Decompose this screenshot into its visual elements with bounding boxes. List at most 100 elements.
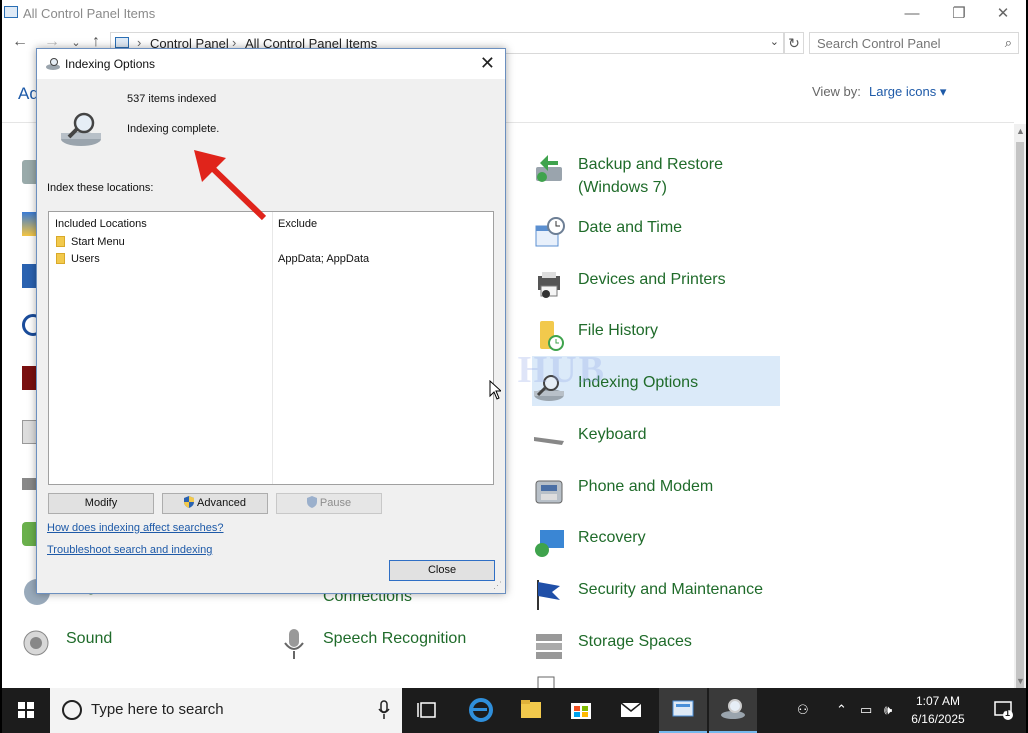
- microphone-icon: [277, 627, 311, 661]
- task-view-icon: [417, 702, 436, 718]
- item-speech-recognition[interactable]: Speech Recognition: [277, 627, 466, 661]
- search-icon: ⌕: [1004, 35, 1012, 50]
- microphone-icon[interactable]: [378, 700, 390, 720]
- maximize-button[interactable]: ❐: [944, 4, 974, 24]
- indexing-options-taskbar-button[interactable]: [709, 688, 757, 733]
- column-divider: [272, 212, 273, 484]
- window-titlebar: All Control Panel Items — ❐ ✕: [2, 0, 1026, 28]
- advanced-button-label: Advanced: [197, 497, 246, 509]
- people-icon[interactable]: ⚇: [797, 702, 809, 718]
- start-button[interactable]: [2, 688, 50, 733]
- taskbar: Type here to search ⚇ ⌃ ▭ 🕪 1:07 AM 6/16…: [2, 688, 1026, 733]
- store-button[interactable]: [557, 688, 605, 733]
- clock-date: 6/16/2025: [911, 712, 965, 726]
- edge-button[interactable]: [457, 688, 505, 733]
- advanced-button[interactable]: Advanced: [162, 493, 268, 514]
- window-title: All Control Panel Items: [23, 6, 156, 21]
- item-storage-spaces[interactable]: Storage Spaces: [532, 630, 692, 664]
- column-header-exclude: Exclude: [278, 218, 318, 230]
- network-icon[interactable]: ▭: [860, 702, 872, 718]
- view-by-label: View by:: [812, 84, 861, 99]
- troubleshoot-link[interactable]: Troubleshoot search and indexing: [47, 544, 212, 556]
- pause-button-label: Pause: [319, 497, 352, 509]
- security-maintenance-icon: [532, 578, 566, 612]
- storage-spaces-icon: [532, 630, 566, 664]
- desktop-frame: All Control Panel Items — ❐ ✕ ← → ⌄ ↑ › …: [2, 0, 1026, 733]
- item-phone-modem[interactable]: Phone and Modem: [532, 475, 713, 509]
- notification-icon: [994, 701, 1013, 720]
- file-explorer-button[interactable]: [507, 688, 555, 733]
- index-locations-label: Index these locations:: [47, 182, 154, 194]
- item-backup-restore[interactable]: Backup and Restore (Windows 7): [532, 153, 738, 199]
- item-label: Speech Recognition: [323, 630, 467, 647]
- indexing-options-icon: [721, 699, 745, 719]
- resize-grip-icon[interactable]: ⋰: [493, 580, 502, 591]
- minimize-button[interactable]: —: [897, 4, 927, 24]
- taskbar-search[interactable]: Type here to search: [50, 688, 402, 733]
- dialog-titlebar: Indexing Options ✕: [37, 49, 505, 79]
- folder-icon: [56, 236, 65, 247]
- control-panel-icon: [672, 700, 694, 717]
- uac-shield-icon: [184, 496, 195, 508]
- indexing-drive-icon: [59, 109, 103, 149]
- scrollbar-thumb[interactable]: [1016, 142, 1024, 697]
- uac-shield-icon: [306, 496, 317, 508]
- mail-icon: [620, 702, 642, 717]
- taskbar-clock[interactable]: 1:07 AM 6/16/2025: [907, 692, 969, 728]
- vertical-scrollbar[interactable]: ▲ ▼: [1014, 124, 1026, 697]
- indexing-options-icon: [45, 57, 61, 71]
- location-row-name[interactable]: Users: [71, 253, 100, 265]
- mouse-cursor-icon: [489, 380, 501, 400]
- item-label: Recovery: [578, 529, 646, 546]
- search-box[interactable]: ⌕: [809, 32, 1019, 54]
- item-label: Backup and Restore (Windows 7): [578, 156, 723, 196]
- pause-button[interactable]: Pause: [276, 493, 382, 514]
- action-center-button[interactable]: 1: [994, 700, 1014, 720]
- item-keyboard[interactable]: Keyboard: [532, 423, 647, 457]
- volume-icon[interactable]: 🕪: [884, 702, 892, 718]
- indexing-affect-link[interactable]: How does indexing affect searches?: [47, 522, 224, 534]
- item-recovery[interactable]: Recovery: [532, 526, 646, 560]
- locations-list[interactable]: Included Locations Exclude Start Menu Us…: [48, 211, 494, 485]
- item-label: Storage Spaces: [578, 633, 692, 650]
- column-header-included: Included Locations: [55, 218, 147, 230]
- control-panel-icon: [4, 6, 18, 18]
- item-devices-printers[interactable]: Devices and Printers: [532, 268, 726, 302]
- item-security-maintenance[interactable]: Security and Maintenance: [532, 578, 763, 612]
- keyboard-icon: [532, 423, 566, 457]
- search-input[interactable]: [810, 33, 990, 53]
- indexing-status: Indexing complete.: [127, 123, 220, 135]
- location-row-name[interactable]: Start Menu: [71, 236, 125, 248]
- task-view-button[interactable]: [404, 688, 452, 733]
- control-panel-icon: [115, 37, 129, 48]
- modify-button[interactable]: Modify: [48, 493, 154, 514]
- item-date-time[interactable]: Date and Time: [532, 216, 682, 250]
- control-panel-taskbar-button[interactable]: [659, 688, 707, 733]
- item-label: Phone and Modem: [578, 478, 714, 495]
- dialog-close-icon[interactable]: ✕: [480, 53, 495, 74]
- item-label: Sound: [66, 630, 113, 647]
- item-sound[interactable]: Sound: [20, 627, 112, 661]
- item-label: Security and Maintenance: [578, 581, 763, 598]
- items-indexed-count: 537 items indexed: [127, 93, 217, 105]
- view-by-dropdown[interactable]: Large icons ▾: [869, 84, 946, 100]
- notification-count: 1: [1005, 708, 1011, 718]
- mail-button[interactable]: [607, 688, 655, 733]
- scroll-down-icon[interactable]: ▼: [1016, 676, 1025, 686]
- indexing-options-dialog: Indexing Options ✕ 537 items indexed Ind…: [36, 48, 506, 594]
- dialog-close-button[interactable]: Close: [389, 560, 495, 581]
- chevron-up-icon[interactable]: ⌃: [836, 702, 847, 718]
- windows-logo-icon: [18, 702, 34, 718]
- folder-icon: [521, 700, 541, 718]
- search-icon: [62, 700, 82, 720]
- close-window-button[interactable]: ✕: [988, 4, 1018, 24]
- recovery-icon: [532, 526, 566, 560]
- chevron-down-icon[interactable]: ⌄: [770, 35, 779, 48]
- edge-icon: [469, 698, 493, 722]
- scroll-up-icon[interactable]: ▲: [1016, 126, 1025, 136]
- back-button[interactable]: ←: [10, 33, 30, 51]
- dialog-title: Indexing Options: [65, 57, 156, 71]
- refresh-button[interactable]: ↻: [784, 32, 804, 54]
- sound-icon: [20, 627, 54, 661]
- backup-restore-icon: [532, 153, 566, 187]
